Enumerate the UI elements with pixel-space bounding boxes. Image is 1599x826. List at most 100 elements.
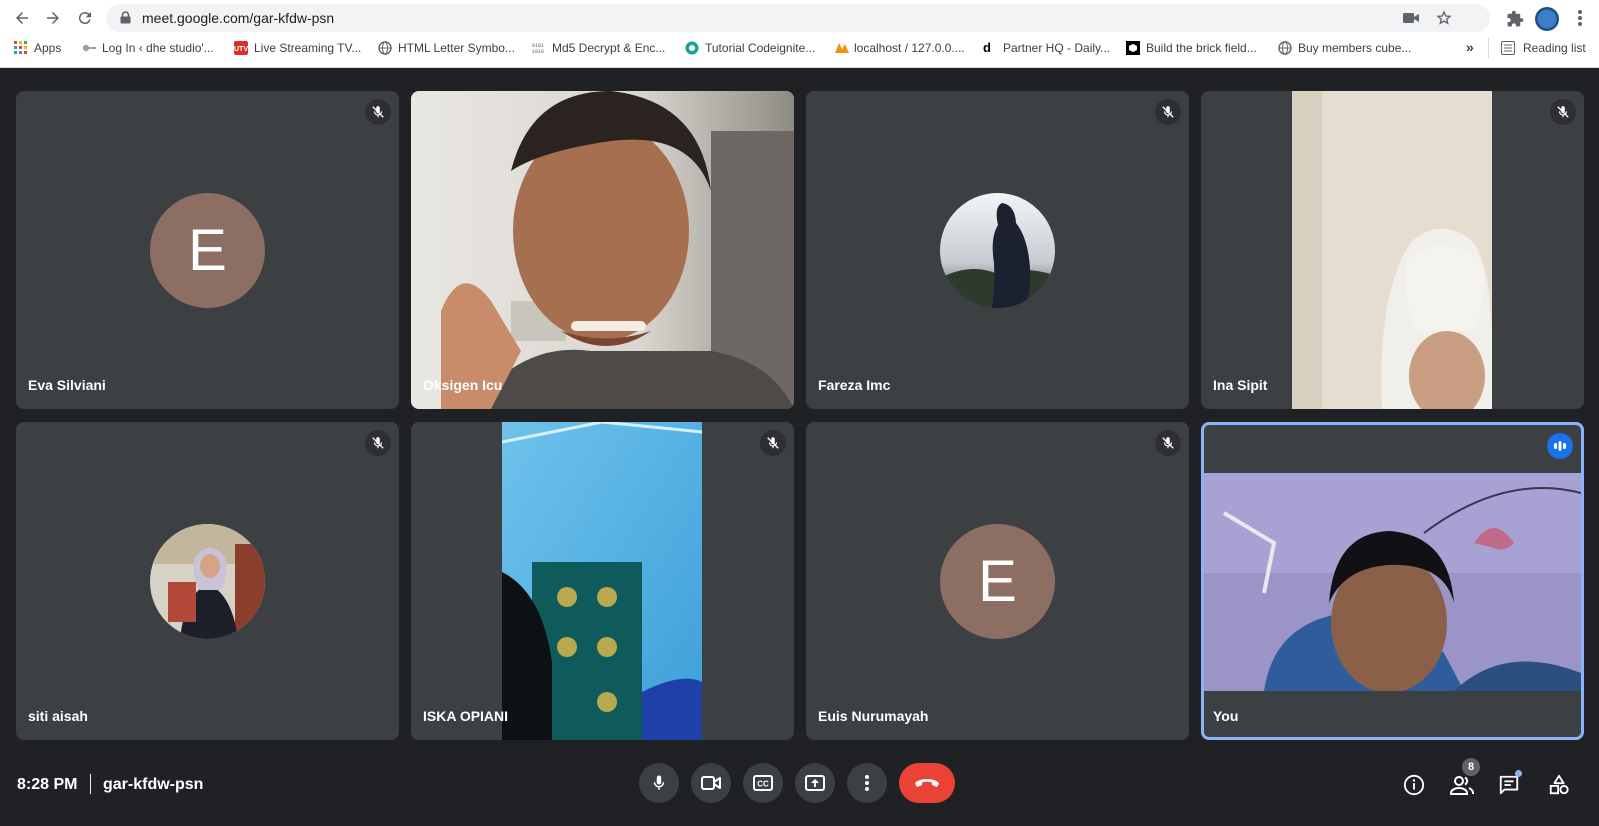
mic-off-icon xyxy=(1155,430,1181,456)
bookmark-brick-field[interactable]: Build the brick field... xyxy=(1126,41,1257,55)
present-screen-button[interactable] xyxy=(795,763,835,803)
globe-icon xyxy=(1278,41,1292,55)
camera-in-use-icon[interactable] xyxy=(1402,10,1420,26)
mic-off-icon xyxy=(1550,99,1576,125)
bookmark-label: Md5 Decrypt & Enc... xyxy=(552,41,666,55)
tv-logo-icon: UTV xyxy=(234,41,248,55)
bookmark-dhe-studio[interactable]: Log In ‹ dhe studio'... xyxy=(82,41,214,55)
svg-text:UTV: UTV xyxy=(234,46,248,53)
more-vert-icon xyxy=(865,775,869,791)
brick-icon xyxy=(1126,41,1140,55)
bookmark-label: localhost / 127.0.0.... xyxy=(854,41,965,55)
d-logo-icon: d xyxy=(983,40,991,55)
avatar: E xyxy=(150,193,265,308)
key-icon xyxy=(82,41,96,55)
participant-name: You xyxy=(1213,708,1239,724)
microphone-button[interactable] xyxy=(639,763,679,803)
avatar xyxy=(940,193,1055,308)
meeting-details-info-icon[interactable] xyxy=(1401,772,1427,798)
participant-name: Fareza Imc xyxy=(818,377,891,393)
svg-text:1010: 1010 xyxy=(532,49,544,55)
bookmark-md5[interactable]: 0101 1010 Md5 Decrypt & Enc... xyxy=(532,41,665,55)
bookmark-label: Apps xyxy=(34,41,62,55)
reading-list-button[interactable]: Reading list xyxy=(1501,41,1586,55)
profile-avatar[interactable] xyxy=(1535,7,1559,31)
forward-arrow-icon[interactable] xyxy=(41,6,65,30)
bookmark-label: Buy members cube... xyxy=(1298,41,1412,55)
leave-call-button[interactable] xyxy=(899,763,955,803)
avatar xyxy=(150,524,265,639)
bookmarks-bar: Apps Log In ‹ dhe studio'... UTV Live St… xyxy=(0,38,1599,62)
participant-video xyxy=(1292,91,1492,409)
new-message-dot xyxy=(1515,770,1522,777)
present-screen-icon xyxy=(805,775,825,791)
bookmark-partner-hq[interactable]: d Partner HQ - Daily... xyxy=(983,40,1111,56)
participant-name: Oksigen Icu xyxy=(423,377,503,393)
back-arrow-icon[interactable] xyxy=(10,6,34,30)
camera-icon xyxy=(701,776,721,790)
mic-off-icon xyxy=(760,430,786,456)
phpmyadmin-icon xyxy=(834,41,849,55)
bookmarks-divider xyxy=(1488,38,1489,58)
participant-tile-ina-sipit[interactable]: Ina Sipit xyxy=(1201,91,1584,409)
participant-tile-oksigen-icu[interactable]: Oksigen Icu xyxy=(411,91,794,409)
globe-icon xyxy=(378,41,392,55)
captions-button[interactable]: CC xyxy=(743,763,783,803)
bookmark-label: Partner HQ - Daily... xyxy=(1003,41,1111,55)
participant-count-badge: 8 xyxy=(1462,758,1480,776)
participant-name: Euis Nurumayah xyxy=(818,708,929,724)
more-options-button[interactable] xyxy=(847,763,887,803)
reading-list-icon xyxy=(1501,41,1515,55)
closed-captions-icon: CC xyxy=(753,775,773,791)
meeting-time: 8:28 PM xyxy=(17,776,78,793)
microphone-icon xyxy=(653,775,665,790)
activities-icon[interactable] xyxy=(1546,772,1572,798)
participant-video xyxy=(1204,473,1581,691)
mic-off-icon xyxy=(1155,99,1181,125)
bookmark-apps[interactable]: Apps xyxy=(14,41,61,55)
meeting-code: gar-kfdw-psn xyxy=(103,776,204,793)
reading-list-label: Reading list xyxy=(1523,41,1586,55)
chrome-menu-icon[interactable] xyxy=(1573,8,1587,28)
bookmark-localhost[interactable]: localhost / 127.0.0.... xyxy=(834,41,965,55)
codeigniter-icon xyxy=(685,41,699,55)
participant-name: ISKA OPIANI xyxy=(423,708,509,724)
bookmark-star-icon[interactable] xyxy=(1435,10,1453,26)
participant-tile-you[interactable]: You xyxy=(1201,422,1584,740)
address-bar[interactable]: meet.google.com/gar-kfdw-psn xyxy=(106,4,1490,32)
participant-tile-siti-aisah[interactable]: siti aisah xyxy=(16,422,399,740)
camera-button[interactable] xyxy=(691,763,731,803)
participant-video xyxy=(502,422,702,740)
browser-chrome: meet.google.com/gar-kfdw-psn Apps Log In… xyxy=(0,0,1599,68)
mic-off-icon xyxy=(365,430,391,456)
more-bookmarks-chevron-icon[interactable]: » xyxy=(1466,39,1474,55)
participant-tile-fareza-imc[interactable]: Fareza Imc xyxy=(806,91,1189,409)
participant-tile-iska-opiani[interactable]: ISKA OPIANI xyxy=(411,422,794,740)
svg-text:CC: CC xyxy=(757,780,769,789)
url-text: meet.google.com/gar-kfdw-psn xyxy=(142,10,335,26)
participant-video xyxy=(411,91,794,409)
participant-tile-eva-silviani[interactable]: E Eva Silviani xyxy=(16,91,399,409)
avatar: E xyxy=(940,524,1055,639)
bookmark-label: Live Streaming TV... xyxy=(254,41,362,55)
participant-tile-euis-nurumayah[interactable]: E Euis Nurumayah xyxy=(806,422,1189,740)
divider xyxy=(90,774,91,794)
apps-grid-icon xyxy=(14,41,28,55)
bookmark-label: HTML Letter Symbo... xyxy=(398,41,515,55)
binary-icon: 0101 1010 xyxy=(532,41,546,55)
mic-off-icon xyxy=(365,99,391,125)
extensions-puzzle-icon[interactable] xyxy=(1504,8,1526,30)
speaking-indicator-icon xyxy=(1547,433,1573,459)
bookmark-html-letter[interactable]: HTML Letter Symbo... xyxy=(378,41,515,55)
participant-name: Ina Sipit xyxy=(1213,377,1268,393)
participant-name: Eva Silviani xyxy=(28,377,106,393)
participant-name: siti aisah xyxy=(28,708,88,724)
reload-icon[interactable] xyxy=(73,6,97,30)
bookmark-label: Log In ‹ dhe studio'... xyxy=(102,41,214,55)
bookmark-label: Build the brick field... xyxy=(1146,41,1257,55)
bookmark-codeigniter[interactable]: Tutorial Codeignite... xyxy=(685,41,815,55)
bookmark-live-streaming[interactable]: UTV Live Streaming TV... xyxy=(234,41,361,55)
bookmark-label: Tutorial Codeignite... xyxy=(705,41,816,55)
lock-icon xyxy=(120,11,131,29)
bookmark-members-cube[interactable]: Buy members cube... xyxy=(1278,41,1411,55)
